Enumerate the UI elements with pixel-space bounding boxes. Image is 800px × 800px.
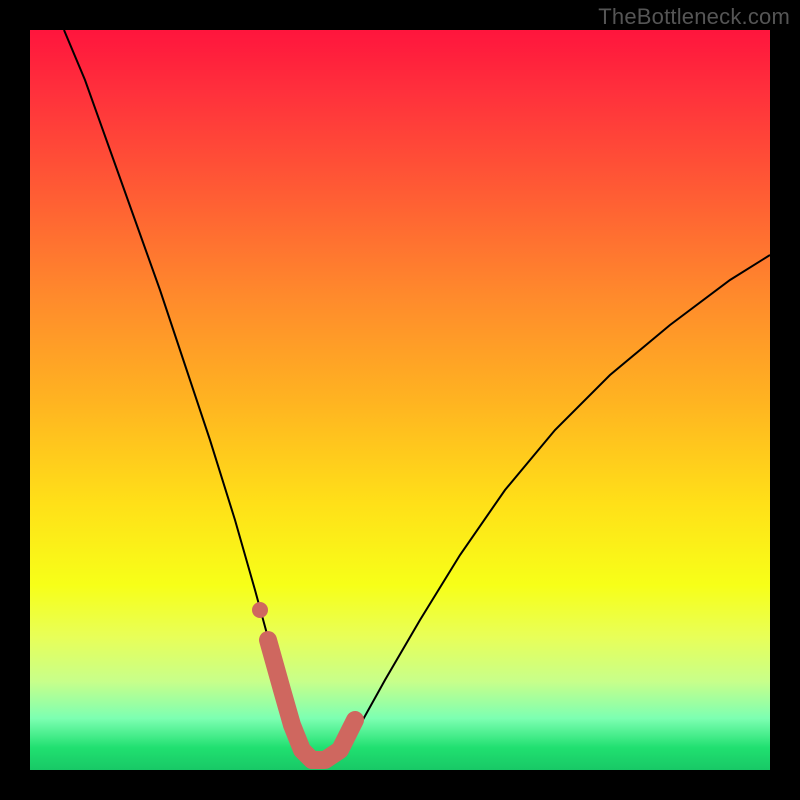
watermark-label: TheBottleneck.com	[598, 4, 790, 30]
chart-frame: TheBottleneck.com	[0, 0, 800, 800]
curve-svg	[30, 30, 770, 770]
bottleneck-curve	[64, 30, 770, 760]
plot-area	[30, 30, 770, 770]
bottleneck-highlight	[268, 640, 355, 760]
highlight-dot	[252, 602, 268, 618]
